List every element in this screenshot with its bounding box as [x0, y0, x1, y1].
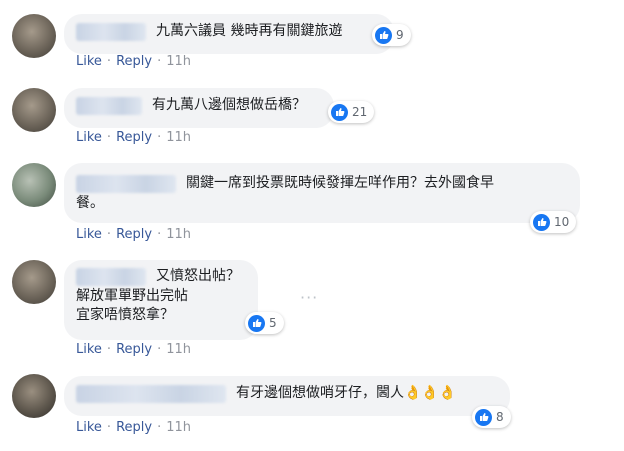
comment-actions: Like · Reply · 11h [76, 54, 191, 69]
timestamp[interactable]: 11h [166, 130, 191, 145]
reply-link[interactable]: Reply [116, 420, 152, 435]
separator: · [106, 130, 112, 145]
avatar[interactable] [12, 374, 56, 418]
author-name-redacted[interactable] [76, 96, 142, 115]
reaction-number: 21 [352, 105, 368, 119]
comment-3: 關鍵一席到投票既時候發揮左咩作用？去外國食早 餐。 10 Like · Repl… [0, 155, 624, 250]
timestamp[interactable]: 11h [166, 227, 191, 242]
separator: · [157, 227, 162, 242]
timestamp[interactable]: 11h [166, 342, 191, 357]
reply-link[interactable]: Reply [116, 54, 152, 69]
reaction-count[interactable]: 21 [328, 101, 375, 123]
reply-link[interactable]: Reply [116, 342, 152, 357]
avatar[interactable] [12, 88, 56, 132]
comment-4: 又憤怒出帖？ 解放軍單野出完帖 宜家唔憤怒拿？ 5 ··· Like · Rep… [0, 252, 624, 367]
reaction-count[interactable]: 9 [372, 24, 411, 46]
comment-actions: Like · Reply · 11h [76, 130, 191, 145]
reaction-count[interactable]: 10 [530, 211, 577, 233]
reply-link[interactable]: Reply [116, 130, 152, 145]
comment-text-line-3: 宜家唔憤怒拿？ [76, 306, 174, 323]
comment-text-line-1: 關鍵一席到投票既時候發揮左咩作用？去外國食早 [186, 175, 494, 191]
separator: · [106, 342, 112, 357]
reply-link[interactable]: Reply [116, 227, 152, 242]
separator: · [106, 54, 112, 69]
reaction-number: 5 [269, 316, 277, 330]
avatar[interactable] [12, 163, 56, 207]
comment-1: 九萬六議員 幾時再有關鍵旅遊 9 Like · Reply · 11h [0, 0, 624, 74]
author-name-redacted[interactable] [76, 174, 176, 193]
separator: · [157, 54, 162, 69]
reaction-number: 9 [396, 28, 404, 42]
comment-bubble: 有九萬八邊個想做岳橋？ [64, 88, 334, 128]
more-options-icon[interactable]: ··· [300, 288, 318, 307]
author-name-redacted[interactable] [76, 384, 226, 403]
comment-bubble: 關鍵一席到投票既時候發揮左咩作用？去外國食早 餐。 [64, 163, 580, 223]
thumbs-up-icon [375, 26, 392, 44]
like-link[interactable]: Like [76, 54, 102, 69]
like-link[interactable]: Like [76, 420, 102, 435]
comment-5: 有牙邊個想做哨牙仔，閪人👌👌👌 8 Like · Reply · 11h [0, 370, 624, 451]
comment-actions: Like · Reply · 11h [76, 342, 191, 357]
comment-text: 有九萬八邊個想做岳橋？ [152, 97, 306, 113]
comment-bubble: 有牙邊個想做哨牙仔，閪人👌👌👌 [64, 376, 510, 416]
comment-2: 有九萬八邊個想做岳橋？ 21 Like · Reply · 11h [0, 78, 624, 152]
separator: · [157, 420, 162, 435]
comment-actions: Like · Reply · 11h [76, 420, 191, 435]
separator: · [157, 130, 162, 145]
separator: · [106, 420, 112, 435]
timestamp[interactable]: 11h [166, 420, 191, 435]
comment-actions: Like · Reply · 11h [76, 227, 191, 242]
like-link[interactable]: Like [76, 130, 102, 145]
timestamp[interactable]: 11h [166, 54, 191, 69]
comment-text-line-1: 又憤怒出帖？ [156, 268, 240, 284]
comment-text: 九萬六議員 幾時再有關鍵旅遊 [156, 23, 343, 39]
comment-text-line-2: 解放軍單野出完帖 [76, 287, 188, 304]
comment-bubble: 又憤怒出帖？ 解放軍單野出完帖 宜家唔憤怒拿？ [64, 260, 258, 340]
separator: · [157, 342, 162, 357]
comment-bubble: 九萬六議員 幾時再有關鍵旅遊 [64, 14, 394, 54]
like-link[interactable]: Like [76, 342, 102, 357]
reaction-count[interactable]: 5 [245, 312, 284, 334]
thumbs-up-icon [533, 213, 550, 231]
author-name-redacted[interactable] [76, 22, 146, 41]
avatar[interactable] [12, 260, 56, 304]
thumbs-up-icon [475, 408, 492, 426]
reaction-number: 8 [496, 410, 504, 424]
thumbs-up-icon [248, 314, 265, 332]
like-link[interactable]: Like [76, 227, 102, 242]
avatar[interactable] [12, 14, 56, 58]
comment-text-line-2: 餐。 [76, 194, 104, 211]
reaction-count[interactable]: 8 [472, 406, 511, 428]
author-name-redacted[interactable] [76, 267, 146, 286]
thumbs-up-icon [331, 103, 348, 121]
reaction-number: 10 [554, 215, 570, 229]
separator: · [106, 227, 112, 242]
comment-text: 有牙邊個想做哨牙仔，閪人👌👌👌 [236, 385, 457, 401]
